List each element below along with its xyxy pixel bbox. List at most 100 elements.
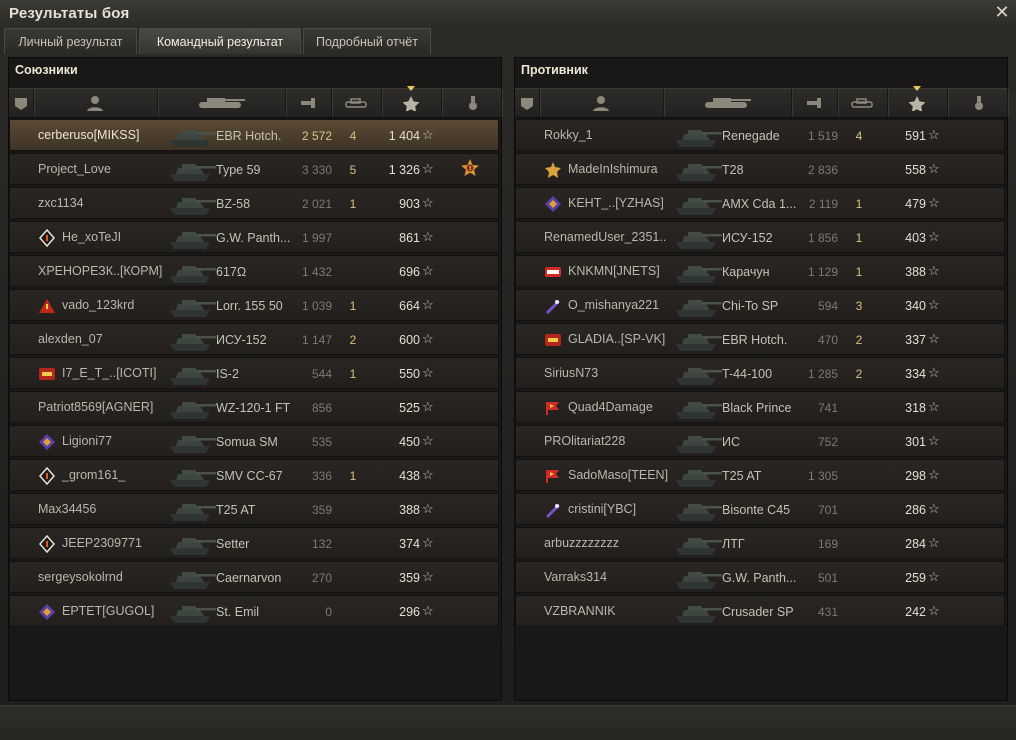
enemies-row[interactable]: RenamedUser_2351.. ИСУ-152 1 856 1 403 ☆ [515, 221, 1005, 253]
diamond-badge-icon [38, 228, 56, 248]
allies-row[interactable]: alexden_07 ИСУ-152 1 147 2 600 ☆ [9, 323, 499, 355]
tank-name: Карачун [722, 265, 770, 279]
xp-value: 664 [399, 299, 420, 313]
xp-value: 242 [905, 605, 926, 619]
damage-value: 1 285 [807, 367, 838, 381]
enemies-row[interactable]: VZBRANNIK Crusader SP 431 242 ☆ [515, 595, 1005, 627]
xp-value: 1 326 [388, 163, 420, 177]
allies-row[interactable]: EPTET[GUGOL] St. Emil 0 296 ☆ [9, 595, 499, 627]
allies-row[interactable]: ХРЕНОРЕЗК..[КОРМ] 617Ω 1 432 696 ☆ [9, 255, 499, 287]
allies-header-squad[interactable] [9, 89, 34, 117]
enemies-row[interactable]: Rokky_1 Renegade 1 519 4 591 ☆ [515, 119, 1005, 151]
xp-value: 284 [905, 537, 926, 551]
tank-name: ЛТГ [722, 537, 745, 551]
battle-results-window: Результаты боя ✕ Личный результат Команд… [0, 0, 1016, 740]
xp-star-icon: ☆ [928, 467, 940, 482]
enemies-header-player[interactable] [539, 89, 664, 117]
tank-icon [166, 258, 218, 286]
allies-row[interactable]: Patriot8569[AGNER] WZ-120-1 FT 856 525 ☆ [9, 391, 499, 423]
allies-header-medal[interactable] [441, 89, 502, 117]
enemies-header-squad[interactable] [515, 89, 540, 117]
allies-row[interactable]: vado_123krd Lorr. 155 50 1 039 1 664 ☆ [9, 289, 499, 321]
enemies-row[interactable]: Varraks314 G.W. Panth... 501 259 ☆ [515, 561, 1005, 593]
flag-badge-icon [544, 399, 562, 417]
enemies-row[interactable]: PROlitariat228 ИС 752 301 ☆ [515, 425, 1005, 457]
enemies-row[interactable]: SadoMaso[TEEN] T25 AT 1 305 298 ☆ [515, 459, 1005, 491]
tab-detailed-report[interactable]: Подробный отчёт [303, 28, 431, 54]
allies-row[interactable]: Max34456 T25 AT 359 388 ☆ [9, 493, 499, 525]
allies-row[interactable]: Ligioni77 Somua SM 535 450 ☆ [9, 425, 499, 457]
allies-header-player[interactable] [33, 89, 158, 117]
enemies-row[interactable]: O_mishanya221 Chi-To SP 594 3 340 ☆ [515, 289, 1005, 321]
allies-row[interactable]: _grom161_ SMV CC-67 336 1 438 ☆ [9, 459, 499, 491]
tank-icon [166, 156, 218, 184]
xp-value: 1 404 [388, 129, 420, 143]
tab-personal-result[interactable]: Личный результат [4, 28, 137, 54]
player-name: cristini[YBC] [568, 502, 637, 516]
tank-icon [166, 360, 218, 388]
enemies-row[interactable]: KEHT_..[YZHAS] AMX Cda 1... 2 119 1 479 ☆ [515, 187, 1005, 219]
xp-value: 388 [399, 503, 420, 517]
xp-star-icon: ☆ [928, 433, 940, 448]
kills-value: 1 [855, 197, 863, 211]
xp-value: 259 [905, 571, 926, 585]
tank-icon [166, 496, 218, 524]
xp-value: 334 [905, 367, 926, 381]
xp-value: 903 [399, 197, 420, 211]
allies-header-damage[interactable] [285, 89, 332, 117]
tank-icon [672, 122, 724, 150]
rocket-badge-icon [544, 297, 562, 315]
enemies-header-medal[interactable] [947, 89, 1008, 117]
kills-value: 1 [855, 265, 863, 279]
allies-row[interactable]: He_xoTeJI G.W. Panth... 1 997 861 ☆ [9, 221, 499, 253]
enemies-row[interactable]: cristini[YBC] Bisonte C45 701 286 ☆ [515, 493, 1005, 525]
medal-icon[interactable]: 3 [459, 158, 481, 180]
close-icon[interactable]: ✕ [993, 2, 1011, 22]
player-name: cerberuso[MIKSS] [38, 128, 140, 142]
squad-icon [517, 95, 537, 116]
xp-star-icon: ☆ [422, 297, 434, 312]
tank-icon [699, 95, 755, 116]
tank-icon [672, 326, 724, 354]
allies-row[interactable]: Project_Love Type 59 3 330 5 1 326 ☆ 3 [9, 153, 499, 185]
tank-icon [166, 292, 218, 320]
allies-row[interactable]: JEEP2309771 Setter 132 374 ☆ [9, 527, 499, 559]
allies-row[interactable]: sergeysokolrnd Caernarvon 270 359 ☆ [9, 561, 499, 593]
allies-title: Союзники [15, 63, 78, 77]
allies-header-xp-star[interactable] [381, 86, 442, 117]
enemies-header-kills[interactable] [837, 89, 888, 117]
player-name: sergeysokolrnd [38, 570, 123, 584]
enemies-row[interactable]: SiriusN73 T-44-100 1 285 2 334 ☆ [515, 357, 1005, 389]
damage-value: 1 997 [301, 231, 332, 245]
allies-header-kills[interactable] [331, 89, 382, 117]
enemies-row[interactable]: MadeInIshimura T28 2 836 558 ☆ [515, 153, 1005, 185]
tank-name: Type 59 [216, 163, 261, 177]
player-name: ХРЕНОРЕЗК..[КОРМ] [38, 264, 163, 278]
damage-value: 336 [311, 469, 332, 483]
allies-row[interactable]: I7_E_T_..[ICOTI] IS-2 544 1 550 ☆ [9, 357, 499, 389]
enemies-row[interactable]: KNKMN[JNETS] Карачун 1 129 1 388 ☆ [515, 255, 1005, 287]
tank-name: ИСУ-152 [722, 231, 773, 245]
enemies-header-damage[interactable] [791, 89, 838, 117]
player-name: VZBRANNIK [544, 604, 616, 618]
allies-header-tank[interactable] [157, 89, 286, 117]
tank-icon [672, 598, 724, 626]
enemies-header-tank[interactable] [663, 89, 792, 117]
damage-value: 2 021 [301, 197, 332, 211]
player-icon [85, 95, 105, 116]
sort-arrow-icon [407, 86, 415, 91]
allies-row[interactable]: zxc1134 BZ-58 2 021 1 903 ☆ [9, 187, 499, 219]
allies-row[interactable]: cerberuso[MIKSS] EBR Hotch. 2 572 4 1 404 ☆ [9, 119, 499, 151]
tank-icon [672, 530, 724, 558]
enemies-header-xp-star[interactable] [887, 86, 948, 117]
damage-value: 594 [817, 299, 838, 313]
tab-team-result[interactable]: Командный результат [139, 28, 301, 54]
tank-name: Somua SM [216, 435, 278, 449]
enemies-row[interactable]: Quad4Damage Black Prince 741 318 ☆ [515, 391, 1005, 423]
damage-value: 359 [311, 503, 332, 517]
tank-icon [672, 462, 724, 490]
enemies-row[interactable]: arbuzzzzzzzz ЛТГ 169 284 ☆ [515, 527, 1005, 559]
enemies-row[interactable]: GLADIA..[SP-VK] EBR Hotch. 470 2 337 ☆ [515, 323, 1005, 355]
tank-name: T28 [722, 163, 744, 177]
kills-icon [343, 95, 371, 116]
